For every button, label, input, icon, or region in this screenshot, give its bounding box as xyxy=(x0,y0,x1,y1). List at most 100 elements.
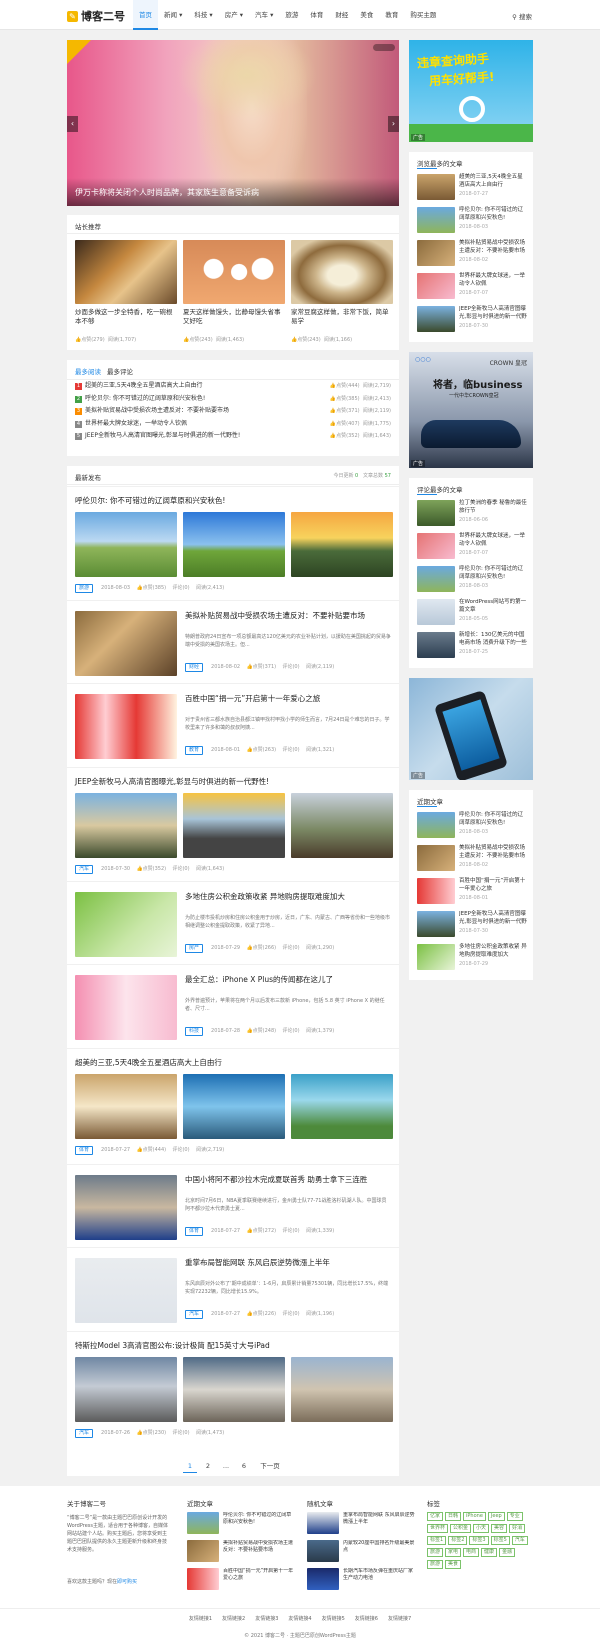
food-noodle-image[interactable] xyxy=(75,240,177,304)
category-tag[interactable]: 汽车 xyxy=(75,1429,94,1438)
rank-row[interactable]: 4 世界杯最大牌女球迷，一举动令人钦佩 👍点赞(407) 阅读(1,775) xyxy=(75,419,391,429)
category-tag[interactable]: 科技 xyxy=(185,1027,204,1036)
category-tag[interactable]: 体育 xyxy=(185,1227,204,1236)
page-2[interactable]: 2 xyxy=(201,1459,215,1473)
post-thumbnail[interactable] xyxy=(75,975,177,1040)
post-card-gallery[interactable]: 特斯拉Model 3高清官图公布:设计极简 配15英寸大号iPad 汽车 2018-… xyxy=(67,1331,399,1443)
tag-chip[interactable]: 日韩 xyxy=(445,1512,462,1521)
footer-thumbnail[interactable] xyxy=(307,1512,339,1534)
nav-news[interactable]: 新闻 ▾ xyxy=(158,0,188,30)
nav-food[interactable]: 美食 xyxy=(354,0,379,30)
sidebar-item[interactable]: 美拟补贴贸易战中受损农场主遭反对：不要补贴要市场 2018-08-02 xyxy=(417,240,527,270)
sidebar-thumbnail[interactable] xyxy=(417,845,455,871)
footer-recent-item[interactable]: 百胜中国“捐一元”开启第十一年爱心之旅 xyxy=(187,1568,297,1594)
tag-chip[interactable]: 旅游 xyxy=(427,1560,444,1569)
tag-chip[interactable]: 美食 xyxy=(445,1560,462,1569)
ad-banner-top[interactable]: 违章查询助手 用车好帮手! 广告 xyxy=(409,40,533,142)
nav-home[interactable]: 首页 xyxy=(133,0,158,30)
tab-most-read[interactable]: 最多阅读 xyxy=(75,366,101,380)
nav-house[interactable]: 房产 ▾ xyxy=(219,0,249,30)
ad-phone[interactable]: 广告 xyxy=(409,678,533,780)
nav-buy[interactable]: 购买主题 xyxy=(404,0,442,30)
post-gallery-image[interactable] xyxy=(75,793,177,858)
post-title[interactable]: 呼伦贝尔: 你不可错过的辽阔草原和兴安秋色! xyxy=(75,495,225,506)
friend-link[interactable]: 友情链接6 xyxy=(355,1616,378,1622)
post-title[interactable]: 中国小将阿不都沙拉木完成夏联首秀 助勇士拿下三连胜 xyxy=(185,1175,391,1185)
nav-travel[interactable]: 旅游 xyxy=(279,0,304,30)
nav-finance[interactable]: 财经 xyxy=(329,0,354,30)
tag-chip[interactable]: 电商 xyxy=(463,1548,480,1557)
footer-thumbnail[interactable] xyxy=(187,1540,219,1562)
category-tag[interactable]: 房产 xyxy=(185,944,204,953)
sidebar-item[interactable]: 世界杯最大牌女球迷，一举动令人钦佩 2018-07-07 xyxy=(417,533,527,563)
tag-chip[interactable]: 亿家 xyxy=(427,1512,444,1521)
sidebar-item[interactable]: 美拟补贴贸易战中受损农场主遭反对：不要补贴要市场 2018-08-02 xyxy=(417,845,527,875)
post-gallery-image[interactable] xyxy=(291,793,393,858)
post-card[interactable]: 美拟补贴贸易战中受损农场主遭反对：不要补贴要市场 特朗普政府24日宣布一项总额最… xyxy=(67,600,399,683)
tag-chip[interactable]: 标签2 xyxy=(448,1536,468,1545)
tag-chip[interactable]: 小天 xyxy=(473,1524,490,1533)
sidebar-item[interactable]: JEEP全新牧马人高清官图曝光,彰显与时俱进的新一代野性! 2018-07-30 xyxy=(417,911,527,941)
post-gallery-image[interactable] xyxy=(291,1357,393,1422)
category-tag[interactable]: 旅游 xyxy=(75,584,94,593)
tag-chip[interactable]: 公积金 xyxy=(450,1524,472,1533)
footer-thumbnail[interactable] xyxy=(307,1568,339,1590)
post-title[interactable]: 美拟补贴贸易战中受损农场主遭反对：不要补贴要市场 xyxy=(185,611,391,621)
tab-most-comment[interactable]: 最多评论 xyxy=(107,366,133,376)
sidebar-thumbnail[interactable] xyxy=(417,174,455,200)
post-gallery-image[interactable] xyxy=(183,793,285,858)
post-title[interactable]: 百胜中国“捐一元”开启第十一年爱心之旅 xyxy=(185,694,391,704)
post-gallery-image[interactable] xyxy=(291,512,393,577)
hero-slider[interactable]: ‹ › 伊万卡称将关闭个人时尚品牌，其家族生意备受诉病 xyxy=(67,40,399,206)
post-card-gallery[interactable]: JEEP全新牧马人高清官图曝光,彰显与时俱进的新一代野性! 汽车 2018-07-3… xyxy=(67,767,399,879)
sidebar-item[interactable]: 世界杯最大牌女球迷，一举动令人钦佩 2018-07-07 xyxy=(417,273,527,303)
friend-link[interactable]: 友情链接1 xyxy=(189,1616,212,1622)
sidebar-thumbnail[interactable] xyxy=(417,533,455,559)
sidebar-thumbnail[interactable] xyxy=(417,878,455,904)
tag-chip[interactable]: iPhone xyxy=(463,1512,486,1521)
post-thumbnail[interactable] xyxy=(75,611,177,676)
next-arrow-icon[interactable]: › xyxy=(388,116,399,132)
footer-random-item[interactable]: 长期汽车市场反弹在重庆站厂家生产动力电池 xyxy=(307,1568,417,1594)
search-button[interactable]: ⚲ 搜索 xyxy=(512,11,532,21)
post-gallery-image[interactable] xyxy=(183,1074,285,1139)
post-title[interactable]: 最全汇总：iPhone X Plus的传闻都在这儿了 xyxy=(185,975,391,985)
post-title[interactable]: 重掌布局智能网联 东风启辰逆势微漲上半年 xyxy=(185,1258,391,1268)
footer-recent-item[interactable]: 美拟补贴贸易战中受损农场主遭反对：不要补贴要市场 xyxy=(187,1540,297,1566)
footer-random-item[interactable]: 重掌布局智能网联 东风启辰逆势微漲上半年 xyxy=(307,1512,417,1538)
rank-row[interactable]: 5 JEEP全新牧马人高清官图曝光,彰显与时俱进的新一代野性! 👍点赞(352) … xyxy=(75,431,391,441)
ad-car[interactable]: ○○○ CROWN 皇冠 将者，临businesses 一代中华CROWN皇冠 … xyxy=(409,352,533,468)
post-thumbnail[interactable] xyxy=(75,694,177,759)
post-gallery-image[interactable] xyxy=(183,512,285,577)
rank-row[interactable]: 1 超美的三亚,5天4晚全五星酒店高大上自由行 👍点赞(444) 阅读(2,719… xyxy=(75,381,391,391)
tag-chip[interactable]: Jeep xyxy=(487,1512,505,1521)
tag-chip[interactable]: 专业 xyxy=(506,1512,523,1521)
friend-link[interactable]: 友情链接3 xyxy=(255,1616,278,1622)
buy-link[interactable]: 即可购买 xyxy=(117,1579,137,1585)
tag-chip[interactable]: 标签5 xyxy=(490,1536,510,1545)
footer-recent-item[interactable]: 呼伦贝尔: 你不可错过的辽阔草原和兴安秋色! xyxy=(187,1512,297,1538)
footer-thumbnail[interactable] xyxy=(187,1512,219,1534)
post-thumbnail[interactable] xyxy=(75,892,177,957)
sidebar-thumbnail[interactable] xyxy=(417,500,455,526)
post-gallery-image[interactable] xyxy=(75,1357,177,1422)
tag-chip[interactable]: 金融 xyxy=(499,1548,516,1557)
friend-link[interactable]: 友情链接5 xyxy=(322,1616,345,1622)
tag-chip[interactable]: 世界杯 xyxy=(427,1524,449,1533)
footer-random-item[interactable]: 内蒙较20座中国排名升级最美景点 xyxy=(307,1540,417,1566)
category-tag[interactable]: 汽车 xyxy=(75,865,94,874)
sidebar-thumbnail[interactable] xyxy=(417,632,455,658)
friend-link[interactable]: 友情链接4 xyxy=(288,1616,311,1622)
sidebar-thumbnail[interactable] xyxy=(417,911,455,937)
post-title[interactable]: 超美的三亚,5天4晚全五星酒店高大上自由行 xyxy=(75,1057,222,1068)
post-gallery-image[interactable] xyxy=(75,512,177,577)
sidebar-thumbnail[interactable] xyxy=(417,207,455,233)
food-tofu-image[interactable] xyxy=(291,240,393,304)
sidebar-item[interactable]: 拉丁美洲的春季 秘鲁的最佳旅行节 2018-06-06 xyxy=(417,500,527,530)
post-title[interactable]: 多地住房公积金政策收紧 异地购房提取难度加大 xyxy=(185,892,391,902)
post-card[interactable]: 百胜中国“捐一元”开启第十一年爱心之旅 对于贵州省三都水族自治县都江镇甲找村甲找… xyxy=(67,683,399,766)
post-title[interactable]: JEEP全新牧马人高清官图曝光,彰显与时俱进的新一代野性! xyxy=(75,776,269,787)
post-gallery-image[interactable] xyxy=(291,1074,393,1139)
footer-thumbnail[interactable] xyxy=(307,1540,339,1562)
tag-chip[interactable]: 旅游 xyxy=(427,1548,444,1557)
